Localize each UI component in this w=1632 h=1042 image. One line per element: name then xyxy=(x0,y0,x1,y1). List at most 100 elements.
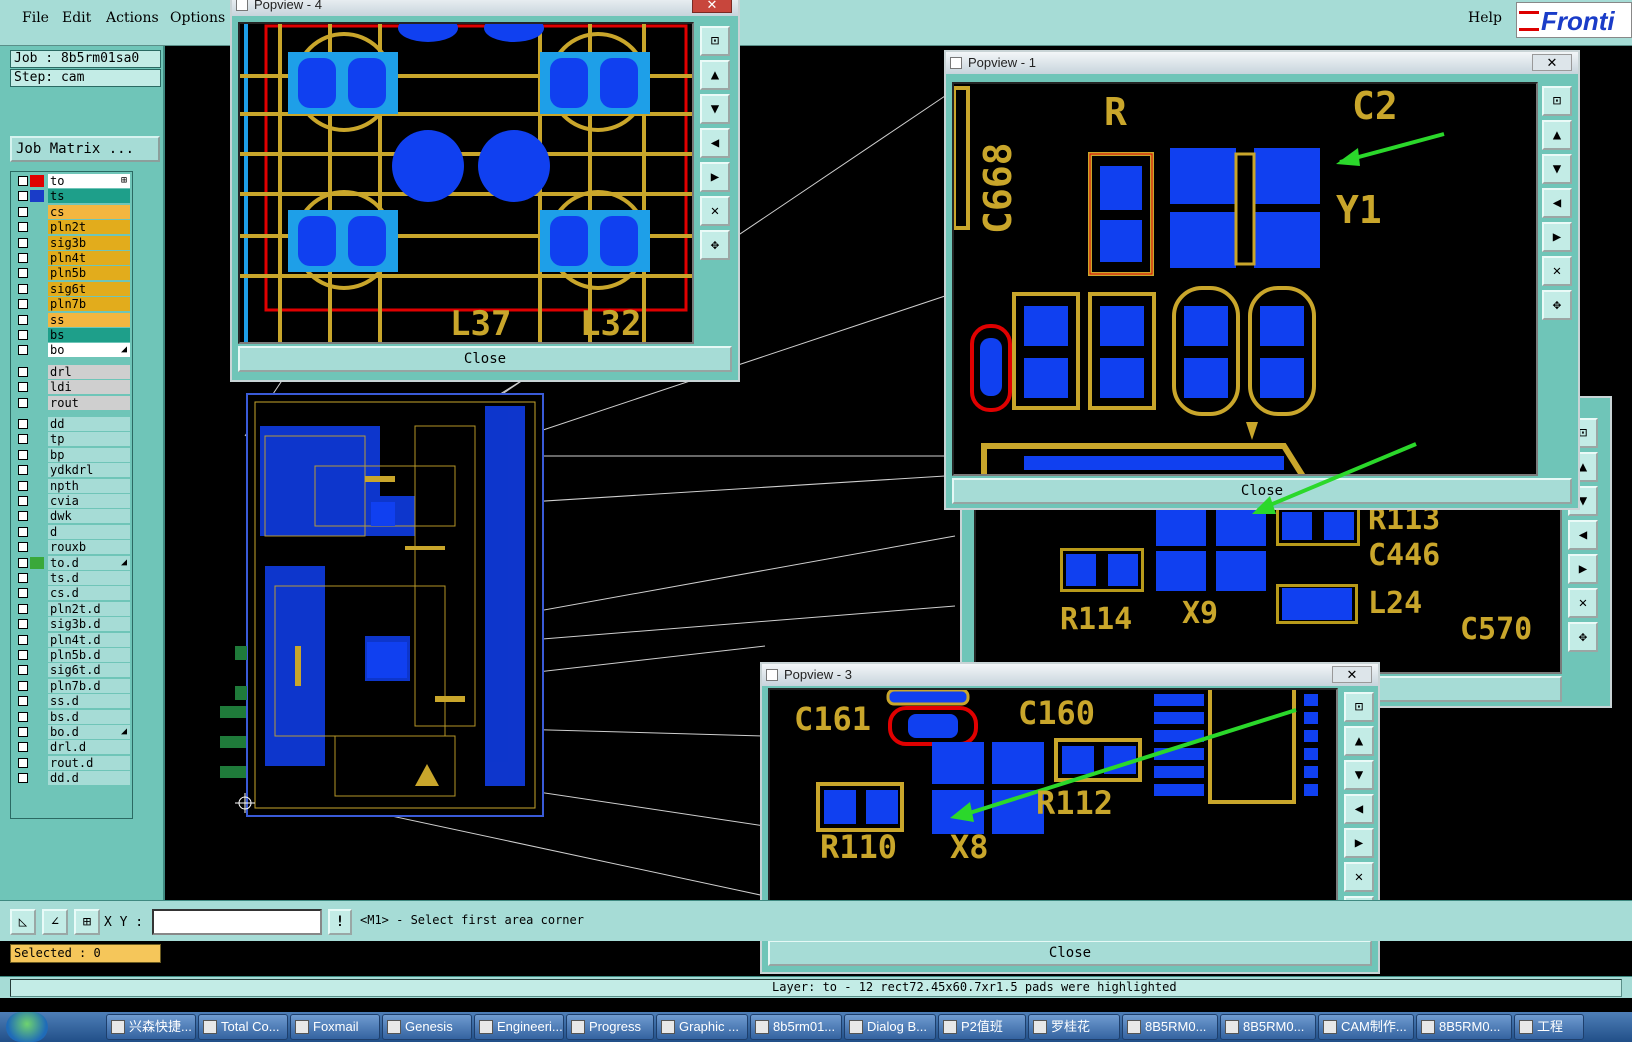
zoom-out-icon[interactable]: ✥ xyxy=(700,230,730,260)
pan-right-icon[interactable]: ▶ xyxy=(1542,222,1572,252)
layer-row[interactable]: ss.d xyxy=(11,694,133,709)
xy-input[interactable] xyxy=(152,909,322,935)
start-button[interactable] xyxy=(6,1012,48,1042)
layer-row[interactable]: ts xyxy=(11,189,133,204)
popview-1-view[interactable]: C668 R C2 Y1 xyxy=(952,82,1538,476)
taskbar-item[interactable]: 8B5RM0... xyxy=(1122,1014,1218,1040)
popview-4-view[interactable]: L37 L32 xyxy=(238,22,694,344)
layer-row[interactable]: cs.d xyxy=(11,586,133,601)
layer-row[interactable]: rouxb xyxy=(11,540,133,555)
zoom-out-icon[interactable]: ✥ xyxy=(1542,290,1572,320)
layer-checkbox[interactable] xyxy=(18,634,28,645)
popview-4-close-button[interactable]: Close xyxy=(238,346,732,372)
layer-checkbox[interactable] xyxy=(18,557,28,568)
menu-file[interactable]: File xyxy=(22,10,49,26)
job-matrix-button[interactable]: Job Matrix ... xyxy=(10,136,160,162)
layer-checkbox[interactable] xyxy=(18,773,28,784)
taskbar-item[interactable]: Total Co... xyxy=(198,1014,288,1040)
layer-checkbox[interactable] xyxy=(18,397,28,408)
pan-left-icon[interactable]: ◀ xyxy=(700,128,730,158)
layer-checkbox[interactable] xyxy=(18,191,28,202)
layer-checkbox[interactable] xyxy=(18,696,28,707)
measure-icon[interactable]: ◺ xyxy=(10,909,36,935)
layer-row[interactable]: bs.d xyxy=(11,709,133,724)
taskbar-item[interactable]: 8b5rm01... xyxy=(750,1014,842,1040)
popview-3-titlebar[interactable]: Popview - 3 ✕ xyxy=(762,664,1378,686)
layer-row[interactable]: dd xyxy=(11,417,133,431)
pan-right-icon[interactable]: ▶ xyxy=(1344,828,1374,858)
taskbar-item[interactable]: Engineeri... xyxy=(474,1014,564,1040)
layer-checkbox[interactable] xyxy=(18,542,28,553)
layer-checkbox[interactable] xyxy=(18,465,28,476)
layer-row[interactable]: pln2t xyxy=(11,220,133,235)
layer-row[interactable]: ss xyxy=(11,312,133,327)
grid-icon[interactable]: ⊞ xyxy=(74,909,100,935)
popview-1-titlebar[interactable]: Popview - 1 ✕ xyxy=(946,52,1578,74)
taskbar-item[interactable]: 工程 xyxy=(1514,1014,1584,1040)
layer-row[interactable]: bo.d ◢ xyxy=(11,725,133,739)
alert-icon[interactable]: ! xyxy=(328,909,352,935)
layer-row[interactable]: pln4t.d xyxy=(11,632,133,647)
layer-checkbox[interactable] xyxy=(18,268,28,279)
taskbar-item[interactable]: CAM制作... xyxy=(1318,1014,1414,1040)
menu-options[interactable]: Options xyxy=(170,10,225,26)
taskbar-item[interactable]: Dialog B... xyxy=(844,1014,936,1040)
layer-checkbox[interactable] xyxy=(18,206,28,217)
layer-row[interactable]: sig3b xyxy=(11,235,133,250)
layer-row[interactable]: d xyxy=(11,524,133,539)
layer-row[interactable]: ydkdrl xyxy=(11,463,133,478)
layer-checkbox[interactable] xyxy=(18,345,28,356)
layer-checkbox[interactable] xyxy=(18,382,28,393)
taskbar-item[interactable]: Genesis xyxy=(382,1014,472,1040)
layer-row[interactable]: pln7b xyxy=(11,297,133,312)
taskbar-item[interactable]: Foxmail xyxy=(290,1014,380,1040)
layer-checkbox[interactable] xyxy=(18,299,28,310)
layer-checkbox[interactable] xyxy=(18,237,28,248)
layer-row[interactable]: tp xyxy=(11,432,133,447)
layer-checkbox[interactable] xyxy=(18,253,28,263)
layer-row[interactable]: pln7b.d xyxy=(11,678,133,693)
popview-3-close-x[interactable]: ✕ xyxy=(1332,666,1372,683)
zoom-in-icon[interactable]: ✕ xyxy=(1542,256,1572,286)
taskbar-item[interactable]: 兴森快捷... xyxy=(106,1014,196,1040)
layer-checkbox[interactable] xyxy=(18,757,28,768)
layer-row[interactable]: to.d ◢ xyxy=(11,555,133,570)
layer-row[interactable]: pln5b.d xyxy=(11,648,133,662)
layer-checkbox[interactable] xyxy=(18,314,28,325)
pan-up-icon[interactable]: ▲ xyxy=(700,60,730,90)
layer-row[interactable]: pln2t.d xyxy=(11,601,133,616)
layer-row[interactable]: ldi xyxy=(11,380,133,395)
layer-row[interactable]: sig6t xyxy=(11,281,133,296)
popview-4-close-x[interactable]: ✕ xyxy=(692,0,732,13)
layer-checkbox[interactable] xyxy=(18,650,28,660)
zoom-fit-icon[interactable]: ⊡ xyxy=(1542,86,1572,116)
layer-row[interactable]: bo ◢ xyxy=(11,343,133,358)
zoom-fit-icon[interactable]: ⊡ xyxy=(700,26,730,56)
layer-checkbox[interactable] xyxy=(18,665,28,676)
pan-down-icon[interactable]: ▼ xyxy=(1542,154,1572,184)
layer-row[interactable]: dwk xyxy=(11,509,133,524)
layer-row[interactable]: pln5b xyxy=(11,266,133,281)
layer-row[interactable]: sig6t.d xyxy=(11,663,133,678)
layer-checkbox[interactable] xyxy=(18,434,28,445)
pan-down-icon[interactable]: ▼ xyxy=(1344,760,1374,790)
layer-checkbox[interactable] xyxy=(18,496,28,506)
zoom-fit-icon[interactable]: ⊡ xyxy=(1344,692,1374,722)
taskbar-item[interactable]: Graphic ... xyxy=(656,1014,748,1040)
layer-row[interactable]: cs xyxy=(11,204,133,219)
taskbar-item[interactable]: 8B5RM0... xyxy=(1220,1014,1316,1040)
layer-checkbox[interactable] xyxy=(18,511,28,522)
layer-checkbox[interactable] xyxy=(18,526,28,537)
menu-edit[interactable]: Edit xyxy=(62,10,91,26)
layer-checkbox[interactable] xyxy=(18,176,28,186)
layer-row[interactable]: ts.d xyxy=(11,571,133,585)
layer-row[interactable]: sig3b.d xyxy=(11,617,133,632)
menu-actions[interactable]: Actions xyxy=(106,10,159,26)
layer-checkbox[interactable] xyxy=(18,573,28,583)
popview-1-close-x[interactable]: ✕ xyxy=(1532,54,1572,71)
taskbar-item[interactable]: 8B5RM0... xyxy=(1416,1014,1512,1040)
layer-checkbox[interactable] xyxy=(18,419,28,429)
layer-checkbox[interactable] xyxy=(18,366,28,377)
pan-up-icon[interactable]: ▲ xyxy=(1542,120,1572,150)
taskbar-item[interactable]: 罗桂花 xyxy=(1028,1014,1120,1040)
